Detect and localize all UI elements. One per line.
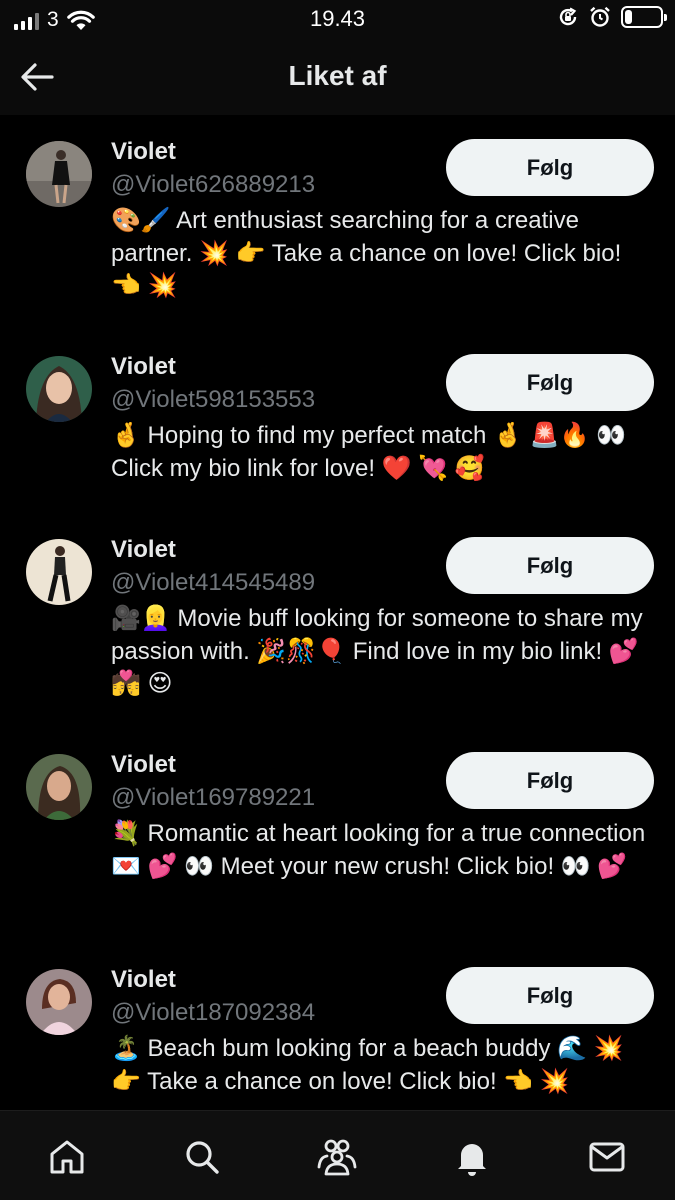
avatar[interactable] bbox=[26, 969, 92, 1035]
avatar[interactable] bbox=[26, 356, 92, 422]
status-bar: 3 19.43 bbox=[0, 0, 675, 40]
battery-level bbox=[625, 10, 632, 24]
avatar[interactable] bbox=[26, 539, 92, 605]
nav-search[interactable] bbox=[178, 1133, 226, 1181]
messages-envelope-icon bbox=[589, 1142, 625, 1172]
user-row[interactable]: Violet @Violet626889213 Følg 🎨🖌️ Art ent… bbox=[0, 115, 675, 330]
avatar[interactable] bbox=[26, 141, 92, 207]
user-name[interactable]: Violet bbox=[111, 751, 176, 779]
user-handle[interactable]: @Violet598153553 bbox=[111, 386, 315, 414]
user-handle[interactable]: @Violet414545489 bbox=[111, 569, 315, 597]
follow-button[interactable]: Følg bbox=[446, 752, 654, 809]
nav-messages[interactable] bbox=[583, 1133, 631, 1181]
nav-home[interactable] bbox=[43, 1133, 91, 1181]
user-row[interactable]: Violet @Violet187092384 Følg 🏝️ Beach bu… bbox=[0, 943, 675, 1110]
nav-communities[interactable] bbox=[313, 1133, 361, 1181]
user-bio: 🤞 Hoping to find my perfect match 🤞 🚨🔥 👀… bbox=[111, 422, 626, 482]
orientation-lock-icon bbox=[559, 7, 577, 26]
user-handle[interactable]: @Violet169789221 bbox=[111, 784, 315, 812]
user-name[interactable]: Violet bbox=[111, 353, 176, 381]
user-bio: 🎥👱‍♀️ Movie buff looking for someone to … bbox=[111, 605, 643, 697]
battery-icon bbox=[621, 6, 667, 28]
user-name[interactable]: Violet bbox=[111, 536, 176, 564]
notifications-bell-icon bbox=[458, 1144, 486, 1176]
header-bar: Liket af bbox=[0, 40, 675, 115]
user-list: Violet @Violet626889213 Følg 🎨🖌️ Art ent… bbox=[0, 115, 675, 1110]
user-row[interactable]: Violet @Violet598153553 Følg 🤞 Hoping to… bbox=[0, 330, 675, 513]
follow-button[interactable]: Følg bbox=[446, 354, 654, 411]
communities-icon bbox=[317, 1139, 357, 1176]
follow-button[interactable]: Følg bbox=[446, 139, 654, 196]
user-row[interactable]: Violet @Violet414545489 Følg 🎥👱‍♀️ Movie… bbox=[0, 513, 675, 728]
user-row[interactable]: Violet @Violet169789221 Følg 💐 Romantic … bbox=[0, 728, 675, 943]
user-bio: 💐 Romantic at heart looking for a true c… bbox=[111, 820, 646, 880]
user-bio: 🎨🖌️ Art enthusiast searching for a creat… bbox=[111, 207, 622, 299]
avatar[interactable] bbox=[26, 754, 92, 820]
user-bio: 🏝️ Beach bum looking for a beach buddy 🌊… bbox=[111, 1035, 624, 1095]
follow-button[interactable]: Følg bbox=[446, 967, 654, 1024]
home-icon bbox=[50, 1140, 84, 1174]
search-icon bbox=[186, 1141, 219, 1174]
user-name[interactable]: Violet bbox=[111, 966, 176, 994]
status-right bbox=[557, 6, 667, 28]
follow-button[interactable]: Følg bbox=[446, 537, 654, 594]
nav-notifications[interactable] bbox=[448, 1133, 496, 1181]
user-handle[interactable]: @Violet187092384 bbox=[111, 999, 315, 1027]
bottom-nav bbox=[0, 1110, 675, 1200]
page-title: Liket af bbox=[288, 60, 387, 91]
user-handle[interactable]: @Violet626889213 bbox=[111, 171, 315, 199]
alarm-clock-icon bbox=[590, 6, 610, 27]
user-name[interactable]: Violet bbox=[111, 138, 176, 166]
